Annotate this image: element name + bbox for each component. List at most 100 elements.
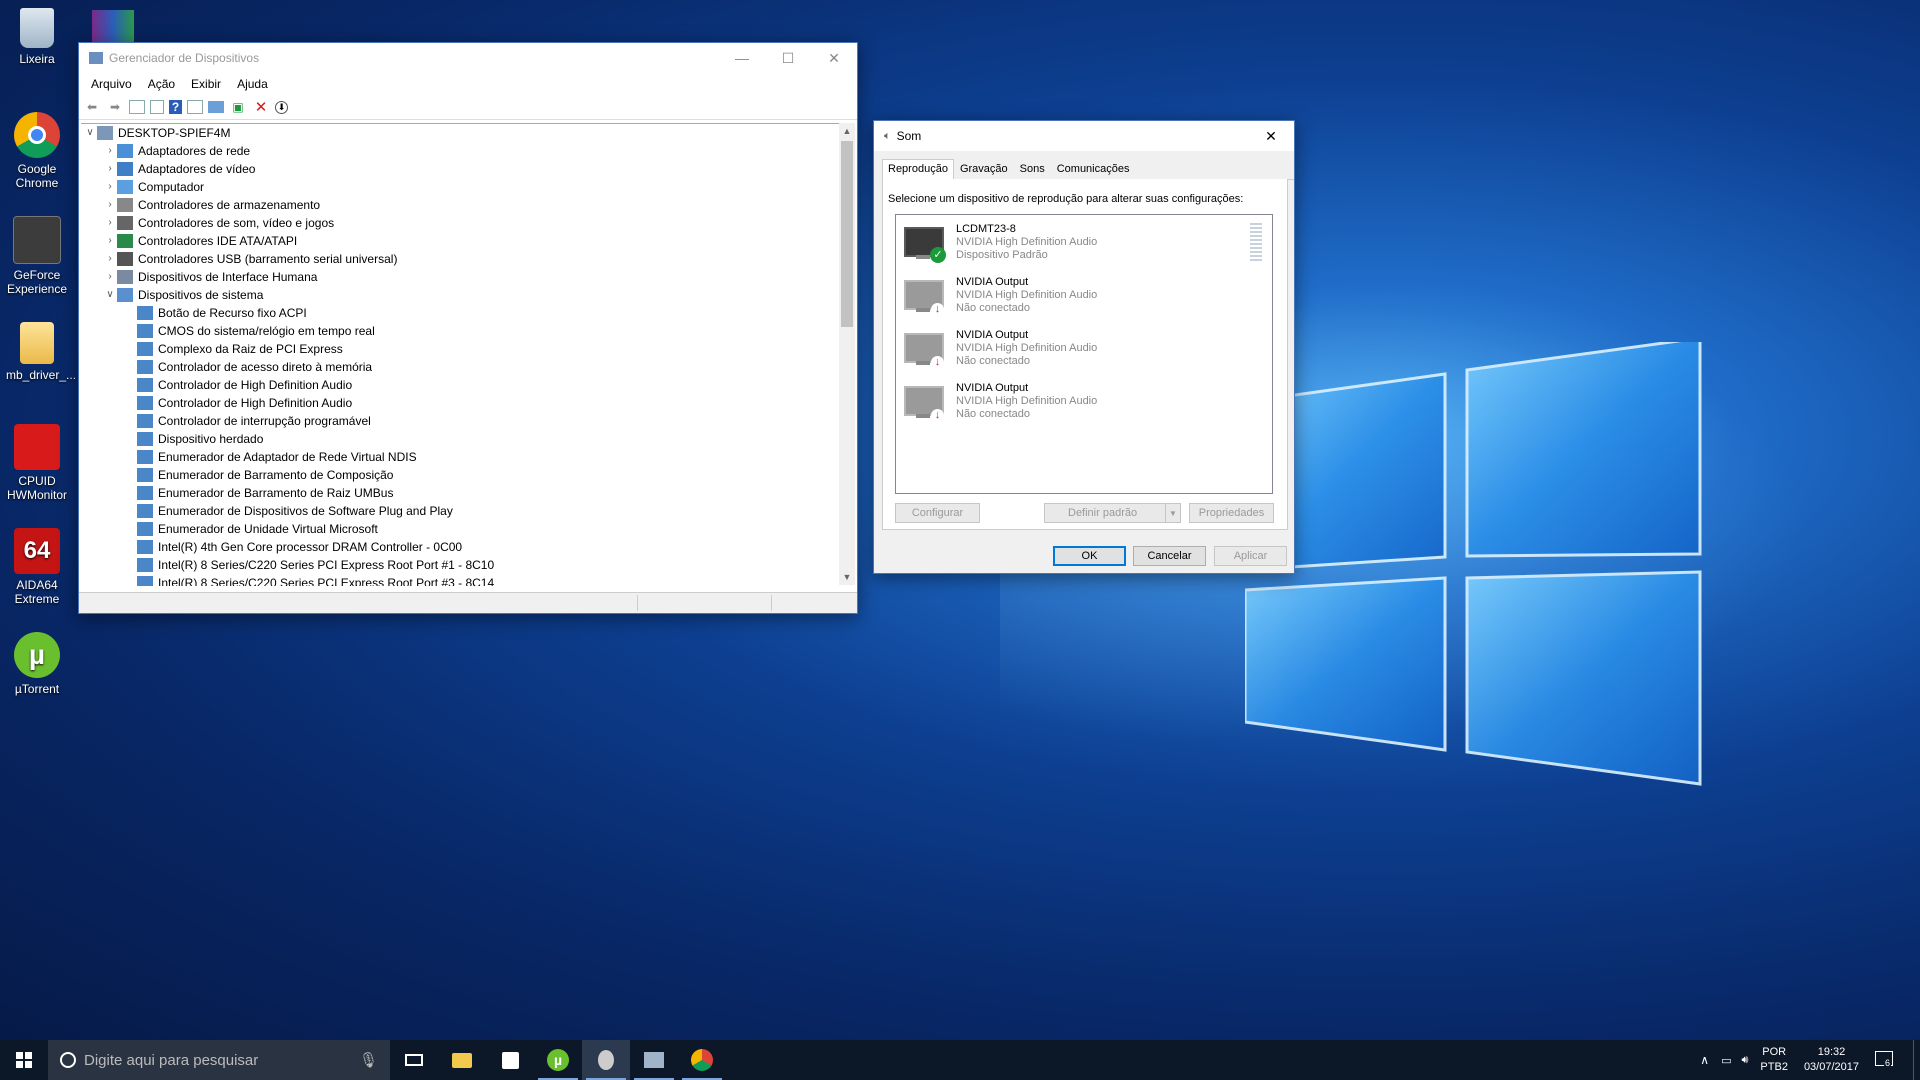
collapse-chevron-icon[interactable]: ∨ — [103, 286, 117, 304]
tree-root[interactable]: ∨ DESKTOP-SPIEF4M — [81, 124, 841, 142]
apply-button[interactable]: Aplicar — [1214, 546, 1287, 566]
start-button[interactable] — [0, 1040, 48, 1080]
input-language[interactable]: POR PTB2 — [1760, 1045, 1788, 1075]
tab-gravacao[interactable]: Gravação — [954, 159, 1014, 179]
view-icon[interactable] — [187, 100, 203, 114]
playback-device[interactable]: ↓ NVIDIA Output NVIDIA High Definition Aud… — [902, 380, 1097, 430]
show-hide-console-tree-icon[interactable] — [129, 100, 145, 114]
search-box[interactable]: Digite aqui para pesquisar 🎙︎ — [48, 1040, 390, 1080]
properties-icon[interactable] — [150, 100, 164, 114]
close-button[interactable]: ✕ — [1248, 121, 1294, 151]
tree-category[interactable]: › Computador — [81, 178, 841, 196]
forward-arrow-icon[interactable]: ➡ — [106, 98, 124, 116]
scan-hardware-icon[interactable] — [208, 101, 224, 113]
taskbar-device-manager[interactable] — [630, 1040, 678, 1080]
taskbar-sound[interactable] — [582, 1040, 630, 1080]
tree-device[interactable]: Enumerador de Barramento de Raiz UMBus — [81, 484, 841, 502]
set-default-button[interactable]: Definir padrão — [1044, 503, 1166, 523]
expand-chevron-icon[interactable]: › — [103, 232, 117, 250]
desktop-icon-hwmonitor[interactable]: CPUID HWMonitor — [6, 424, 68, 502]
menu-exibir[interactable]: Exibir — [183, 77, 229, 91]
tab-comunicacoes[interactable]: Comunicações — [1051, 159, 1136, 179]
tree-category[interactable]: ∨ Dispositivos de sistema — [81, 286, 841, 304]
menu-ajuda[interactable]: Ajuda — [229, 77, 276, 91]
expand-chevron-icon[interactable]: › — [103, 196, 117, 214]
minimize-button[interactable]: — — [719, 43, 765, 73]
expand-chevron-icon[interactable]: › — [103, 142, 117, 160]
set-default-dropdown[interactable]: ▼ — [1165, 503, 1181, 523]
menu-arquivo[interactable]: Arquivo — [83, 77, 140, 91]
tree-device[interactable]: Intel(R) 8 Series/C220 Series PCI Expres… — [81, 556, 841, 574]
tree-device[interactable]: Enumerador de Unidade Virtual Microsoft — [81, 520, 841, 538]
desktop-icon-geforce[interactable]: GeForce Experience — [6, 216, 68, 296]
winrar-icon[interactable] — [92, 10, 134, 44]
taskbar-utorrent[interactable]: µ — [534, 1040, 582, 1080]
task-view-button[interactable] — [390, 1040, 438, 1080]
tree-device[interactable]: Dispositivo herdado — [81, 430, 841, 448]
expand-chevron-icon[interactable]: › — [103, 178, 117, 196]
cancel-button[interactable]: Cancelar — [1133, 546, 1206, 566]
tree-device[interactable]: Botão de Recurso fixo ACPI — [81, 304, 841, 322]
show-desktop-button[interactable] — [1913, 1040, 1920, 1080]
action-center-button[interactable]: 6 — [1875, 1051, 1893, 1069]
tree-category[interactable]: › Controladores IDE ATA/ATAPI — [81, 232, 841, 250]
microphone-icon[interactable]: 🎙︎ — [359, 1051, 378, 1069]
tree-category[interactable]: › Dispositivos de Interface Humana — [81, 268, 841, 286]
scroll-up-arrow-icon[interactable]: ▲ — [839, 123, 855, 139]
desktop-icon-utorrent[interactable]: µ µTorrent — [6, 632, 68, 696]
desktop-icon-aida64[interactable]: 64 AIDA64 Extreme — [6, 528, 68, 606]
tree-category[interactable]: › Adaptadores de vídeo — [81, 160, 841, 178]
desktop-icon-folder[interactable]: mb_driver_... — [6, 322, 76, 382]
update-driver-icon[interactable]: ⬇ — [275, 100, 288, 114]
taskbar-file-explorer[interactable] — [438, 1040, 486, 1080]
scroll-down-arrow-icon[interactable]: ▼ — [839, 569, 855, 585]
tree-device[interactable]: Enumerador de Adaptador de Rede Virtual … — [81, 448, 841, 466]
desktop-icon-recycle-bin[interactable]: Lixeira — [6, 8, 68, 66]
playback-device[interactable]: ✓ LCDMT23-8 NVIDIA High Definition Audio Di… — [902, 221, 1097, 271]
clock[interactable]: 19:32 03/07/2017 — [1804, 1045, 1859, 1075]
tree-category[interactable]: › Controladores de som, vídeo e jogos — [81, 214, 841, 232]
taskbar-chrome[interactable] — [678, 1040, 726, 1080]
tree-device[interactable]: Enumerador de Barramento de Composição — [81, 466, 841, 484]
expand-chevron-icon[interactable]: › — [103, 268, 117, 286]
ok-button[interactable]: OK — [1053, 546, 1126, 566]
properties-button[interactable]: Propriedades — [1189, 503, 1274, 523]
sound-titlebar[interactable]: 🔈︎ Som ✕ — [874, 121, 1294, 151]
tree-device[interactable]: CMOS do sistema/relógio em tempo real — [81, 322, 841, 340]
playback-device[interactable]: ↓ NVIDIA Output NVIDIA High Definition Aud… — [902, 327, 1097, 377]
tree-device[interactable]: Intel(R) 4th Gen Core processor DRAM Con… — [81, 538, 841, 556]
help-icon[interactable]: ? — [169, 100, 182, 114]
collapse-chevron-icon[interactable]: ∨ — [83, 124, 97, 142]
tree-device[interactable]: Controlador de interrupção programável — [81, 412, 841, 430]
close-button[interactable]: ✕ — [811, 43, 857, 73]
desktop-icon-chrome[interactable]: Google Chrome — [6, 112, 68, 190]
tab-sons[interactable]: Sons — [1014, 159, 1051, 179]
volume-icon[interactable]: 🔊︎ — [1741, 1054, 1748, 1067]
playback-device[interactable]: ↓ NVIDIA Output NVIDIA High Definition Aud… — [902, 274, 1097, 324]
add-driver-icon[interactable]: ▣ — [229, 98, 247, 116]
expand-chevron-icon[interactable]: › — [103, 250, 117, 268]
expand-chevron-icon[interactable]: › — [103, 160, 117, 178]
taskbar-store[interactable] — [486, 1040, 534, 1080]
expand-chevron-icon[interactable]: › — [103, 214, 117, 232]
tree-device[interactable]: Controlador de acesso direto à memória — [81, 358, 841, 376]
tree-device[interactable]: Complexo da Raiz de PCI Express — [81, 340, 841, 358]
configure-button[interactable]: Configurar — [895, 503, 980, 523]
tree-device[interactable]: Intel(R) 8 Series/C220 Series PCI Expres… — [81, 574, 841, 586]
tree-device[interactable]: Controlador de High Definition Audio — [81, 376, 841, 394]
back-arrow-icon[interactable]: ⬅ — [83, 98, 101, 116]
show-hidden-icons-chevron-icon[interactable]: ∧ — [1700, 1053, 1709, 1067]
tree-category[interactable]: › Controladores USB (barramento serial un… — [81, 250, 841, 268]
tree-device[interactable]: Controlador de High Definition Audio — [81, 394, 841, 412]
tree-category[interactable]: › Controladores de armazenamento — [81, 196, 841, 214]
uninstall-icon[interactable]: ✕ — [252, 98, 270, 116]
tree-category[interactable]: › Adaptadores de rede — [81, 142, 841, 160]
tab-reproducao[interactable]: Reprodução — [882, 159, 954, 180]
maximize-button[interactable]: ☐ — [765, 43, 811, 73]
scroll-thumb[interactable] — [841, 141, 853, 327]
tree-device[interactable]: Enumerador de Dispositivos de Software P… — [81, 502, 841, 520]
menu-acao[interactable]: Ação — [140, 77, 183, 91]
vertical-scrollbar[interactable]: ▲ ▼ — [839, 123, 855, 585]
network-icon[interactable]: ▭ — [1721, 1054, 1731, 1067]
device-manager-titlebar[interactable]: Gerenciador de Dispositivos — ☐ ✕ — [79, 43, 857, 73]
